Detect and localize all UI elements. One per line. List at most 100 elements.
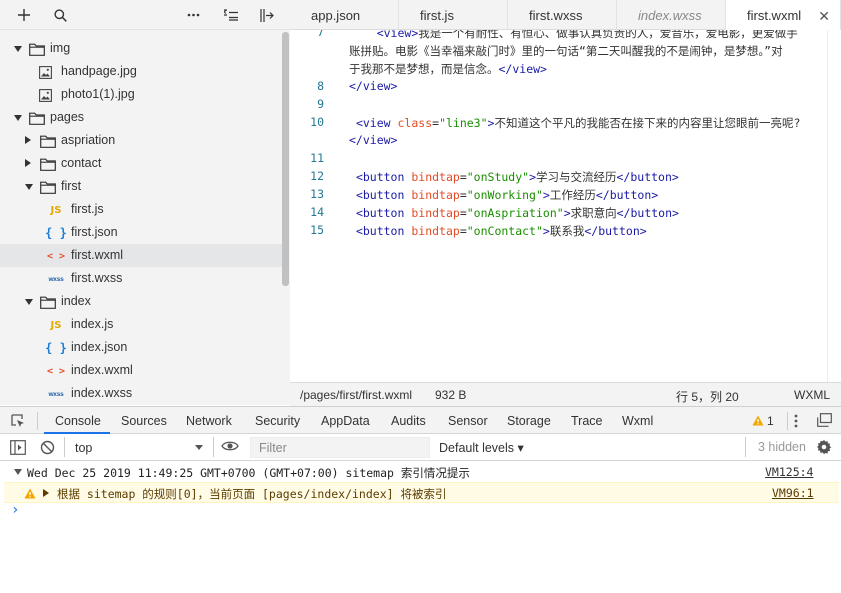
devtools-tab-wxml[interactable]: Wxml — [622, 414, 653, 428]
tree-item-pages[interactable]: pages — [0, 106, 282, 129]
tree-item-label: first.js — [71, 202, 104, 216]
tree-item-label: img — [50, 41, 71, 55]
devtools-tab-sources[interactable]: Sources — [121, 414, 167, 428]
tree-item-first-json[interactable]: { } first.json — [0, 221, 282, 244]
tab-first-wxss[interactable]: first.wxss — [508, 0, 617, 30]
js-file-icon: JS — [50, 204, 62, 216]
chevron-down-icon[interactable] — [25, 297, 35, 307]
tree-item-label: first.wxml — [71, 248, 124, 262]
caret-down-icon[interactable] — [14, 469, 22, 475]
tab-app-json[interactable]: app.json — [290, 0, 399, 30]
sidebar-toggle-icon[interactable] — [10, 440, 26, 455]
tab-label: first.wxss — [529, 7, 583, 23]
tab-label: index.wxss — [638, 7, 702, 23]
tab-label: app.json — [311, 7, 361, 23]
warning-counter[interactable]: 1 — [752, 413, 782, 429]
tree-item-photo1-1-jpg[interactable]: photo1(1).jpg — [0, 83, 282, 106]
folder-open-icon — [40, 294, 56, 310]
tree-item-label: contact — [61, 156, 102, 170]
devtools-tab-sensor[interactable]: Sensor — [448, 414, 488, 428]
chevron-down-icon[interactable] — [14, 113, 24, 123]
json-file-icon: { } — [45, 226, 67, 240]
tree-scrollbar-thumb[interactable] — [282, 32, 289, 286]
search-icon[interactable] — [49, 4, 71, 26]
folder-open-icon — [29, 110, 45, 126]
tree-item-aspriation[interactable]: aspriation — [0, 129, 282, 152]
tab-first-wxml[interactable]: first.wxml ✕ — [726, 0, 841, 31]
tab-first-js[interactable]: first.js — [399, 0, 508, 30]
code-line[interactable]: <button bindtap="onWorking">工作经历</button… — [349, 187, 658, 203]
line-number: 13 — [310, 187, 324, 201]
tree-item-first-wxml[interactable]: < > first.wxml — [0, 244, 282, 267]
context-selector[interactable]: top — [66, 436, 210, 458]
code-line[interactable]: <button bindtap="onAspriation">求职意向</but… — [349, 205, 679, 221]
close-icon[interactable]: ✕ — [818, 8, 830, 25]
tree-item-handpage-jpg[interactable]: handpage.jpg — [0, 60, 282, 83]
hidden-messages-count: 3 hidden — [758, 440, 806, 454]
tab-index-wxss[interactable]: index.wxss — [617, 0, 726, 30]
console-prompt-row[interactable]: › — [0, 502, 841, 523]
source-link[interactable]: VM96:1 — [772, 486, 814, 500]
tree-item-index-js[interactable]: JS index.js — [0, 313, 282, 336]
divider — [37, 412, 38, 430]
undock-icon[interactable] — [817, 413, 833, 429]
devtools-tab-security[interactable]: Security — [255, 414, 300, 428]
tree-item-label: handpage.jpg — [61, 64, 137, 78]
source-link[interactable]: VM125:4 — [765, 465, 813, 479]
status-language[interactable]: WXML — [794, 388, 830, 402]
tab-label: first.js — [420, 7, 454, 23]
tree-item-img[interactable]: img — [0, 37, 282, 60]
warning-icon — [752, 415, 764, 426]
code-line[interactable]: <view class="line3">不知道这个平凡的我能否在接下来的内容里让… — [349, 115, 800, 131]
chevron-down-icon[interactable] — [14, 44, 24, 54]
clear-console-icon[interactable] — [40, 440, 55, 455]
editor-scrollbar[interactable] — [827, 30, 841, 382]
chevron-right-icon[interactable] — [25, 136, 35, 146]
tree-item-label: index.json — [71, 340, 128, 354]
tree-item-first[interactable]: first — [0, 175, 282, 198]
divider — [787, 412, 788, 430]
tab-label: first.wxml — [747, 8, 802, 23]
tree-item-first-js[interactable]: JS first.js — [0, 198, 282, 221]
tree-item-index-json[interactable]: { } index.json — [0, 336, 282, 359]
gear-icon[interactable] — [816, 439, 832, 455]
tree-item-first-wxss[interactable]: wxss first.wxss — [0, 267, 282, 290]
devtools-tab-network[interactable]: Network — [186, 414, 232, 428]
console-group-row[interactable]: Wed Dec 25 2019 11:49:25 GMT+0700 (GMT+0… — [0, 462, 841, 483]
tree-item-contact[interactable]: contact — [0, 152, 282, 175]
code-line[interactable]: <view>我是一个有耐性、有恒心、做事认真负责的人，爱音乐，爱电影，更爱做手 — [349, 30, 798, 41]
tree-item-index[interactable]: index — [0, 290, 282, 313]
console-filter-input[interactable]: Filter — [250, 437, 430, 458]
code-line[interactable]: <button bindtap="onStudy">学习与交流经历</butto… — [349, 169, 679, 185]
console-warning-row[interactable]: 根据 sitemap 的规则[0]，当前页面 [pages/index/inde… — [4, 482, 839, 503]
log-levels-dropdown[interactable]: Default levels ▾ — [439, 440, 524, 455]
tree-item-label: index.wxml — [71, 363, 133, 377]
devtools-tabbar: 1 Console Sources Network Security AppData Au… — [0, 406, 841, 434]
line-number: 7 — [317, 30, 324, 39]
devtools-tab-appdata[interactable]: AppData — [321, 414, 370, 428]
code-line[interactable]: 于我那不是梦想，而是信念。</view> — [349, 61, 547, 77]
devtools-tab-audits[interactable]: Audits — [391, 414, 426, 428]
code-line[interactable]: </view> — [349, 79, 397, 93]
editor-tabbar: app.json first.js first.wxss index.wxss firs… — [290, 0, 841, 31]
plus-icon[interactable] — [13, 4, 35, 26]
code-line[interactable]: </view> — [349, 133, 397, 147]
devtools-tab-trace[interactable]: Trace — [571, 414, 603, 428]
caret-right-icon[interactable] — [43, 489, 49, 497]
chevron-down-icon[interactable] — [25, 182, 35, 192]
code-line[interactable]: <button bindtap="onContact">联系我</button> — [349, 223, 647, 239]
tree-item-index-wxml[interactable]: < > index.wxml — [0, 359, 282, 382]
tree-item-index-wxss[interactable]: wxss index.wxss — [0, 382, 282, 405]
ellipsis-icon[interactable] — [182, 4, 204, 26]
kebab-menu-icon[interactable] — [793, 413, 803, 429]
code-editor[interactable]: 7 <view>我是一个有耐性、有恒心、做事认真负责的人，爱音乐，爱电影，更爱做… — [290, 30, 827, 382]
devtools-tab-storage[interactable]: Storage — [507, 414, 551, 428]
collapse-icon[interactable] — [220, 4, 242, 26]
status-cursor-position[interactable]: 行 5，列 20 — [676, 388, 739, 405]
chevron-right-icon[interactable] — [25, 159, 35, 169]
code-line[interactable]: 账拼贴。电影《当幸福来敲门时》里的一句话“第二天叫醒我的不是闹钟，是梦想。”对 — [349, 43, 783, 59]
devtools-tab-console[interactable]: Console — [55, 414, 101, 428]
inspect-element-icon[interactable] — [10, 413, 26, 429]
eye-icon[interactable] — [221, 440, 241, 454]
split-icon[interactable] — [256, 4, 278, 26]
